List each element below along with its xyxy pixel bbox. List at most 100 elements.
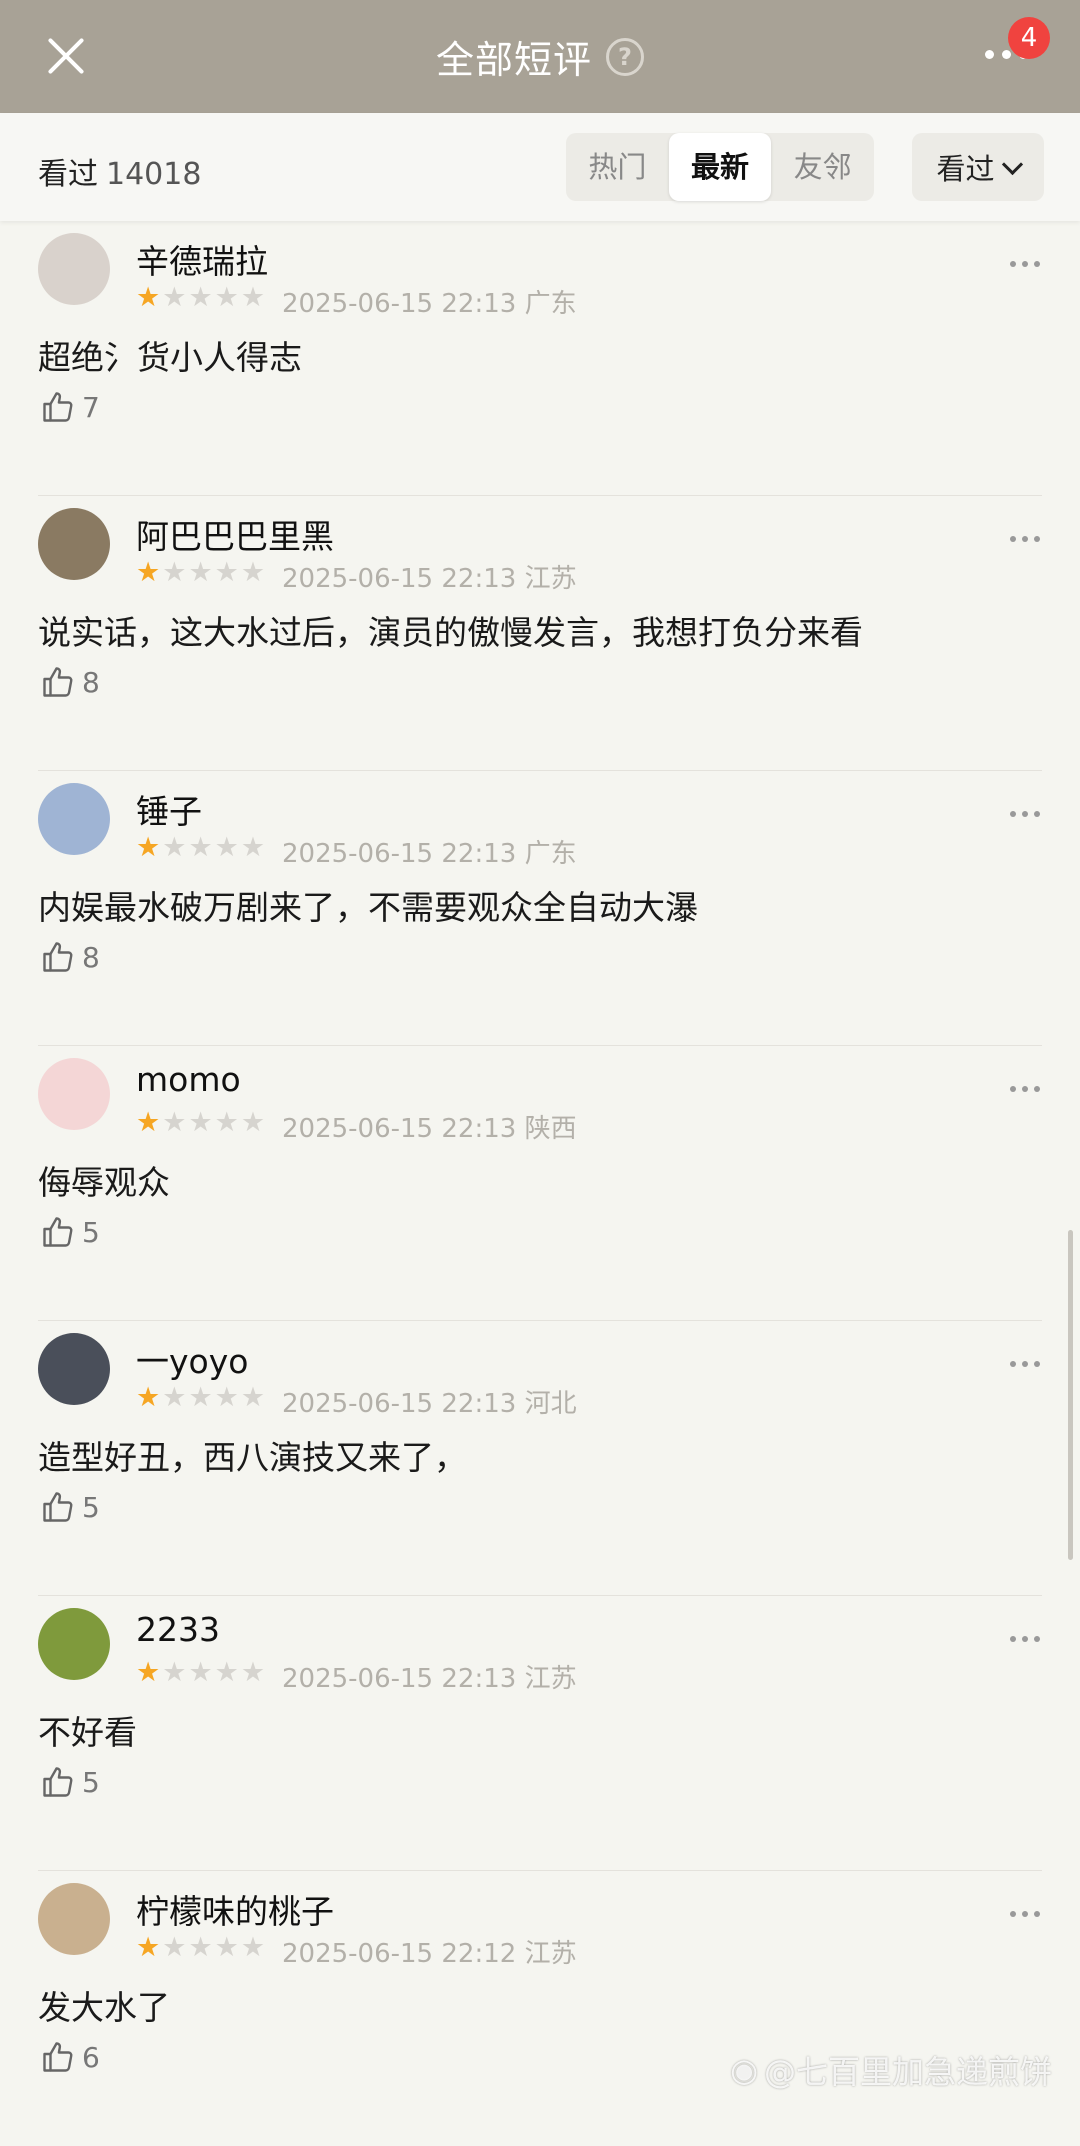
review-text: 超绝氵货小人得志 [38, 338, 302, 377]
review-region: 江苏 [524, 1664, 577, 1694]
username[interactable]: 一yoyo [136, 1335, 248, 1383]
review-meta: 2025-06-15 22:13 江苏 [282, 1658, 577, 1695]
like-count: 6 [82, 2040, 100, 2074]
star-icon: ★ [162, 1932, 187, 1963]
star-icon: ★ [188, 282, 213, 313]
rating-stars: ★ ★ ★ ★ ★ [136, 1383, 265, 1413]
username[interactable]: 锤子 [136, 785, 202, 833]
seen-dropdown[interactable]: 看过 [912, 133, 1044, 201]
review-region: 陕西 [524, 1114, 577, 1144]
review-item: 辛德瑞拉 ★ ★ ★ ★ ★ 2025-06-15 22:13 广东 超绝氵货小人得志 … [0, 221, 1080, 496]
rating-stars: ★ ★ ★ ★ ★ [136, 558, 265, 588]
like-count: 5 [82, 1490, 100, 1524]
review-text: 说实话，这大水过后，演员的傲慢发言，我想打负分来看 [38, 613, 863, 652]
thumbs-up-icon [43, 942, 73, 972]
like-button[interactable]: 5 [40, 1764, 100, 1800]
review-meta: 2025-06-15 22:13 江苏 [282, 558, 577, 595]
notification-badge: 4 [1008, 17, 1050, 59]
more-options-icon[interactable] [1010, 1636, 1040, 1642]
star-icon: ★ [136, 1657, 161, 1688]
star-icon: ★ [188, 1932, 213, 1963]
more-options-icon[interactable] [1010, 261, 1040, 267]
rating-stars: ★ ★ ★ ★ ★ [136, 1658, 265, 1688]
star-icon: ★ [214, 557, 239, 588]
star-icon: ★ [188, 832, 213, 863]
avatar[interactable] [38, 1608, 110, 1680]
scrollbar[interactable] [1068, 1230, 1073, 1560]
star-icon: ★ [240, 1932, 266, 1963]
star-icon: ★ [214, 1932, 239, 1963]
username[interactable]: 柠檬味的桃子 [136, 1885, 334, 1933]
more-options-icon[interactable] [1010, 1086, 1040, 1092]
star-icon: ★ [136, 557, 161, 588]
star-icon: ★ [188, 557, 213, 588]
close-icon[interactable] [36, 26, 96, 86]
watermark-text: @七百里加急递煎饼 [763, 2053, 1052, 2091]
star-icon: ★ [214, 282, 239, 313]
review-text: 不好看 [38, 1713, 137, 1752]
more-options-icon[interactable] [1010, 811, 1040, 817]
review-region: 广东 [524, 839, 577, 869]
review-date: 2025-06-15 22:13 [282, 564, 517, 594]
more-options-icon[interactable] [1010, 1361, 1040, 1367]
help-icon[interactable]: ? [606, 37, 644, 76]
star-icon: ★ [162, 1107, 187, 1138]
avatar[interactable] [38, 1333, 110, 1405]
like-count: 8 [82, 940, 100, 974]
filter-bar: 看过 14018 热门 最新 友邻 看过 [0, 113, 1080, 221]
review-meta: 2025-06-15 22:13 广东 [282, 283, 577, 320]
review-region: 江苏 [524, 1939, 577, 1969]
star-icon: ★ [214, 1657, 239, 1688]
rating-stars: ★ ★ ★ ★ ★ [136, 1933, 265, 1963]
tab-hot[interactable]: 热门 [566, 133, 669, 201]
review-date: 2025-06-15 22:13 [282, 839, 517, 869]
review-item: 阿巴巴巴里黑 ★ ★ ★ ★ ★ 2025-06-15 22:13 江苏 说实话，这大水… [0, 496, 1080, 771]
seen-count: 14018 [106, 157, 202, 192]
username[interactable]: 阿巴巴巴里黑 [136, 510, 334, 558]
review-date: 2025-06-15 22:13 [282, 1389, 517, 1419]
review-meta: 2025-06-15 22:13 陕西 [282, 1108, 577, 1145]
review-item: momo ★ ★ ★ ★ ★ 2025-06-15 22:13 陕西 侮辱观众 5 [0, 1046, 1080, 1321]
review-text: 侮辱观众 [38, 1163, 170, 1202]
review-date: 2025-06-15 22:13 [282, 1114, 517, 1144]
more-options-icon[interactable] [1010, 536, 1040, 542]
star-icon: ★ [214, 1107, 239, 1138]
more-options-icon[interactable] [1010, 1911, 1040, 1917]
review-meta: 2025-06-15 22:13 河北 [282, 1383, 577, 1420]
thumbs-up-icon [43, 667, 73, 697]
thumbs-up-icon [43, 1217, 73, 1247]
like-button[interactable]: 8 [40, 664, 100, 700]
review-date: 2025-06-15 22:13 [282, 289, 517, 319]
avatar[interactable] [38, 1058, 110, 1130]
username[interactable]: 2233 [136, 1610, 220, 1649]
like-count: 5 [82, 1215, 100, 1249]
tab-friends[interactable]: 友邻 [771, 133, 874, 201]
like-button[interactable]: 7 [40, 389, 100, 425]
watermark: ◉ @七百里加急递煎饼 [730, 2047, 1052, 2093]
username[interactable]: 辛德瑞拉 [136, 235, 268, 283]
review-item: 2233 ★ ★ ★ ★ ★ 2025-06-15 22:13 江苏 不好看 5 [0, 1596, 1080, 1871]
star-icon: ★ [240, 557, 266, 588]
username[interactable]: momo [136, 1060, 241, 1099]
like-count: 7 [82, 390, 100, 424]
avatar[interactable] [38, 233, 110, 305]
tab-latest[interactable]: 最新 [668, 133, 772, 201]
avatar[interactable] [38, 783, 110, 855]
like-button[interactable]: 5 [40, 1489, 100, 1525]
star-icon: ★ [136, 1382, 161, 1413]
like-button[interactable]: 8 [40, 939, 100, 975]
like-button[interactable]: 6 [40, 2039, 100, 2075]
star-icon: ★ [214, 1382, 239, 1413]
thumbs-up-icon [43, 1767, 73, 1797]
avatar[interactable] [38, 1883, 110, 1955]
thumbs-up-icon [43, 1492, 73, 1522]
weibo-icon: ◉ [730, 2051, 758, 2089]
rating-stars: ★ ★ ★ ★ ★ [136, 283, 265, 313]
star-icon: ★ [136, 832, 161, 863]
chevron-down-icon [1001, 153, 1023, 175]
avatar[interactable] [38, 508, 110, 580]
like-button[interactable]: 5 [40, 1214, 100, 1250]
star-icon: ★ [188, 1657, 213, 1688]
star-icon: ★ [188, 1382, 213, 1413]
star-icon: ★ [136, 282, 161, 313]
